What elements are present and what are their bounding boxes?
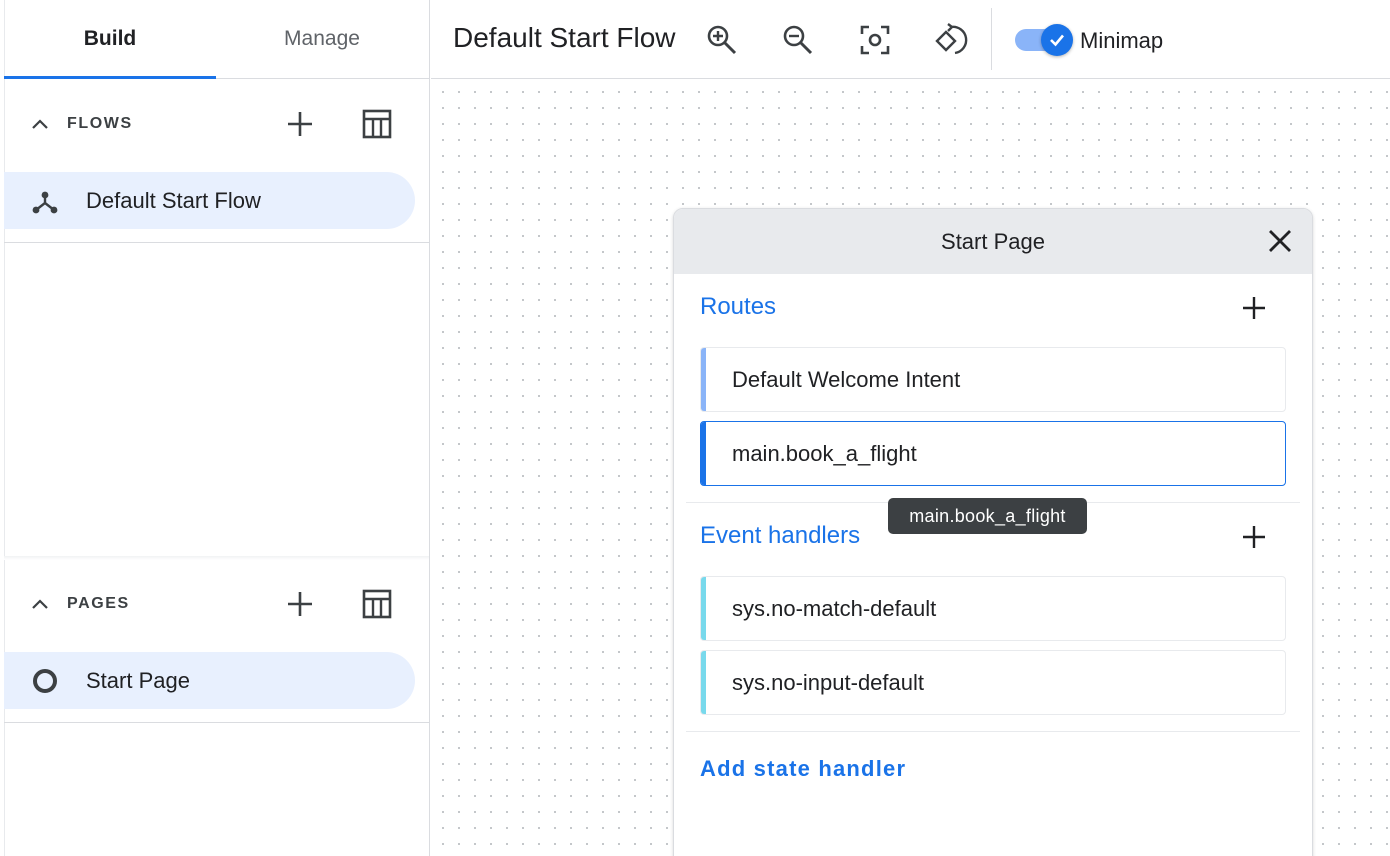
collapse-flows-chevron-up-icon[interactable] <box>26 110 54 138</box>
reset-rotate-icon[interactable] <box>931 20 971 60</box>
flow-item-label: Default Start Flow <box>86 187 261 213</box>
flows-section-header: FLOWS <box>4 79 429 169</box>
flows-divider <box>4 242 429 243</box>
add-flow-plus-icon[interactable] <box>280 104 320 144</box>
add-event-handler-plus-icon[interactable] <box>1234 517 1274 557</box>
route-label: main.book_a_flight <box>732 440 917 466</box>
focus-icon[interactable] <box>855 20 895 60</box>
route-tooltip: main.book_a_flight <box>888 498 1087 534</box>
event-handler-label: sys.no-input-default <box>732 669 924 695</box>
tab-build[interactable]: Build <box>4 0 216 79</box>
flows-section-title: FLOWS <box>67 115 133 132</box>
routes-label: Routes <box>700 293 777 320</box>
add-route-plus-icon[interactable] <box>1234 288 1274 328</box>
toolbar-divider <box>991 8 992 70</box>
event-handler-label: sys.no-match-default <box>732 595 937 621</box>
event-handler-row[interactable]: sys.no-input-default <box>700 650 1286 715</box>
flow-item-default-start-flow[interactable]: Default Start Flow <box>4 172 415 229</box>
minimap-toggle[interactable] <box>1015 24 1073 56</box>
page-circle-icon <box>30 666 60 696</box>
sidebar-tabs: Build Manage <box>4 0 429 79</box>
card-title: Start Page <box>941 228 1045 254</box>
close-icon[interactable] <box>1262 223 1298 259</box>
event-handlers-label: Event handlers <box>700 522 861 549</box>
page-item-start-page[interactable]: Start Page <box>4 652 415 709</box>
add-page-plus-icon[interactable] <box>280 584 320 624</box>
page-item-label: Start Page <box>86 667 190 693</box>
pages-table-view-icon[interactable] <box>357 584 397 624</box>
left-sidebar: Build Manage FLOWS Default Start Flow PA… <box>0 0 430 856</box>
collapse-pages-chevron-up-icon[interactable] <box>26 590 54 618</box>
route-label: Default Welcome Intent <box>732 366 961 392</box>
card-divider <box>686 731 1300 732</box>
route-row-selected[interactable]: main.book_a_flight <box>700 421 1286 486</box>
tab-manage[interactable]: Manage <box>216 0 428 78</box>
pages-section-title: PAGES <box>67 595 130 612</box>
pages-divider <box>4 722 429 723</box>
flow-title: Default Start Flow <box>453 22 676 53</box>
canvas-toolbar: Default Start Flow Minimap <box>431 0 1390 79</box>
zoom-in-icon[interactable] <box>702 20 742 60</box>
event-handler-row[interactable]: sys.no-match-default <box>700 576 1286 641</box>
card-header: Start Page <box>674 209 1312 274</box>
pages-section-header: PAGES <box>4 559 429 649</box>
route-row[interactable]: Default Welcome Intent <box>700 347 1286 412</box>
flow-icon <box>30 186 60 216</box>
minimap-label: Minimap <box>1080 28 1164 53</box>
zoom-out-icon[interactable] <box>778 20 818 60</box>
check-icon <box>1041 24 1073 56</box>
add-state-handler-button[interactable]: Add state handler <box>700 756 906 782</box>
flows-table-view-icon[interactable] <box>357 104 397 144</box>
